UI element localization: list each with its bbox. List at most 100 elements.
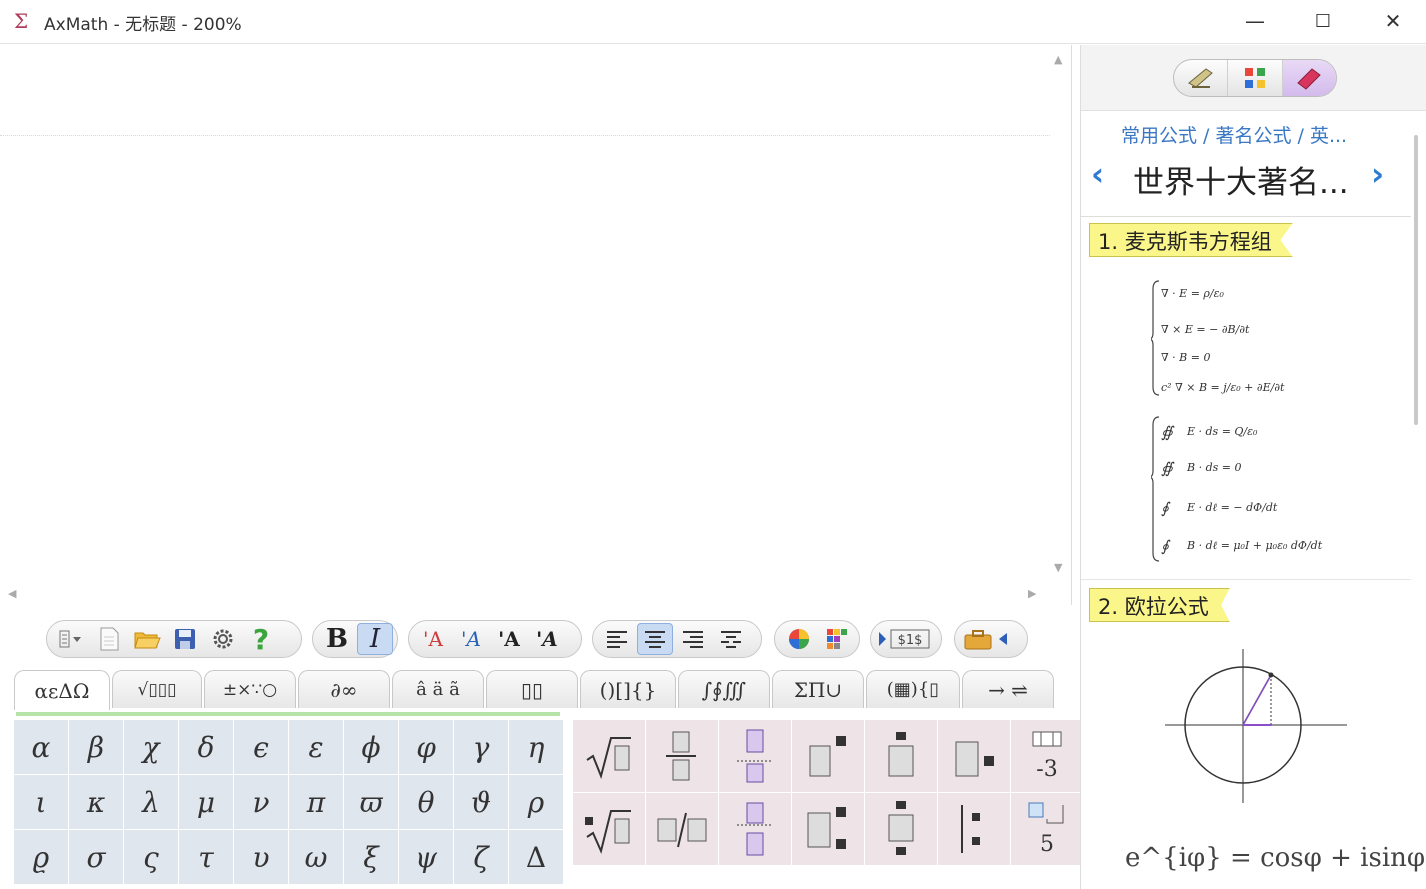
save-icon[interactable] <box>167 623 203 655</box>
greek-symbol-button[interactable]: χ <box>124 720 178 774</box>
greek-symbol-button[interactable]: ϱ <box>14 830 68 884</box>
nth-root-template[interactable] <box>573 793 645 865</box>
greek-symbol-button[interactable]: μ <box>179 775 233 829</box>
italic-button[interactable]: I <box>357 623 393 655</box>
greek-symbol-button[interactable]: ι <box>14 775 68 829</box>
new-document-icon[interactable] <box>91 623 127 655</box>
svg-text:B · ds = 0: B · ds = 0 <box>1186 461 1241 474</box>
tab-matrices[interactable]: (▦){▯ <box>866 670 960 708</box>
superscript-template[interactable] <box>792 720 864 792</box>
section-euler-label[interactable]: 2. 欧拉公式 <box>1089 588 1230 622</box>
greek-symbol-button[interactable]: ω <box>289 830 343 884</box>
style-normal-button[interactable]: 'A <box>415 623 451 655</box>
square-root-template[interactable] <box>573 720 645 792</box>
editor-canvas[interactable]: ▲ ▼ ◀ ▶ <box>0 45 1072 605</box>
tab-misc-symbols[interactable]: ∂∞ <box>298 670 390 708</box>
greek-symbol-button[interactable]: τ <box>179 830 233 884</box>
color-wheel-icon[interactable] <box>781 623 817 655</box>
breadcrumb[interactable]: 常用公式 / 著名公式 / 英... <box>1121 121 1347 148</box>
tab-integrals[interactable]: ∫∮∭ <box>678 670 770 708</box>
overscript-template[interactable] <box>865 720 937 792</box>
greek-symbol-button[interactable]: ψ <box>399 830 453 884</box>
tab-sums-products[interactable]: ΣΠ∪ <box>772 670 864 708</box>
svg-text:B · dℓ = μ₀I + μ₀ε₀ dΦ/dt: B · dℓ = μ₀I + μ₀ε₀ dΦ/dt <box>1186 539 1323 552</box>
greek-symbol-button[interactable]: ϕ <box>344 720 398 774</box>
section-maxwell-label[interactable]: 1. 麦克斯韦方程组 <box>1089 223 1293 257</box>
greek-symbol-button[interactable]: ϖ <box>344 775 398 829</box>
greek-symbol-button[interactable]: ζ <box>454 830 508 884</box>
greek-symbol-button[interactable]: ϵ <box>234 720 288 774</box>
scroll-up-icon[interactable]: ▲ <box>1054 53 1062 66</box>
tab-arrows[interactable]: → ⇌ <box>962 670 1054 708</box>
bold-button[interactable]: B <box>319 623 355 655</box>
help-icon[interactable]: ? <box>243 623 279 656</box>
formula-library-icon[interactable] <box>1282 60 1336 96</box>
close-button[interactable]: ✕ <box>1370 4 1416 38</box>
slash-fraction-template[interactable] <box>646 793 718 865</box>
greek-symbol-button[interactable]: λ <box>124 775 178 829</box>
greek-symbol-button[interactable]: α <box>14 720 68 774</box>
greek-symbol-button[interactable]: υ <box>234 830 288 884</box>
bracket-five-template[interactable]: 5 <box>1011 793 1083 865</box>
greek-symbol-button[interactable]: θ <box>399 775 453 829</box>
tab-brackets[interactable]: ()[]{} <box>580 670 676 708</box>
style-italic-button[interactable]: 'A <box>453 623 489 655</box>
color-grid-icon[interactable] <box>819 623 855 655</box>
greek-symbol-button[interactable]: ξ <box>344 830 398 884</box>
matrix-minus-template[interactable]: -3 <box>1011 720 1083 792</box>
greek-symbol-button[interactable]: η <box>509 720 563 774</box>
super-subscript-template[interactable] <box>792 793 864 865</box>
greek-symbol-button[interactable]: π <box>289 775 343 829</box>
unit-circle-diagram[interactable] <box>1161 645 1351 805</box>
eval-bar-template[interactable] <box>938 793 1010 865</box>
minimize-button[interactable]: — <box>1232 4 1278 38</box>
maxwell-equations-image[interactable]: ∇ · E = ρ/ε₀ ∇ × E = − ∂B/∂t ∇ · B = 0 c… <box>1151 275 1351 575</box>
list-dropdown-icon[interactable] <box>53 623 89 655</box>
maximize-button[interactable]: ☐ <box>1300 4 1346 38</box>
align-distribute-icon[interactable] <box>713 623 749 655</box>
recent-formulas-icon[interactable] <box>1174 60 1229 96</box>
subscript-template[interactable] <box>938 720 1010 792</box>
panel-scrollbar[interactable] <box>1414 135 1418 425</box>
scroll-left-icon[interactable]: ◀ <box>8 587 16 600</box>
symbol-grid-icon[interactable] <box>1228 60 1283 96</box>
horizontal-scrollbar[interactable]: ◀ ▶ <box>0 583 1048 605</box>
greek-symbol-button[interactable]: ν <box>234 775 288 829</box>
greek-symbol-button[interactable]: ρ <box>509 775 563 829</box>
tab-roots-fractions[interactable]: √▯▯▯ <box>112 670 202 708</box>
stacked-template[interactable] <box>719 720 791 792</box>
over-under-template[interactable] <box>865 793 937 865</box>
align-left-icon[interactable] <box>599 623 635 655</box>
style-bold-italic-button[interactable]: 'A <box>529 623 565 655</box>
toolbox-icon[interactable] <box>961 623 1013 655</box>
limit-stack-template[interactable] <box>719 793 791 865</box>
settings-gear-icon[interactable] <box>205 623 241 655</box>
scroll-right-icon[interactable]: ▶ <box>1028 587 1036 600</box>
greek-symbol-button[interactable]: ς <box>124 830 178 884</box>
style-bold-button[interactable]: 'A <box>491 623 527 655</box>
greek-symbol-button[interactable]: κ <box>69 775 123 829</box>
greek-symbol-button[interactable]: σ <box>69 830 123 884</box>
greek-symbol-button[interactable]: φ <box>399 720 453 774</box>
app-logo-icon: Σ <box>14 9 29 33</box>
greek-symbol-button[interactable]: γ <box>454 720 508 774</box>
vertical-scrollbar[interactable]: ▲ ▼ <box>1048 45 1070 585</box>
insert-dollar-icon[interactable]: $1$ <box>877 623 933 655</box>
fraction-template[interactable] <box>646 720 718 792</box>
euler-formula[interactable]: e^{iφ} = cosφ + isinφ <box>1125 843 1425 873</box>
greek-symbol-button[interactable]: ε <box>289 720 343 774</box>
open-folder-icon[interactable] <box>129 623 165 655</box>
align-center-icon[interactable] <box>637 623 673 655</box>
tab-over-under[interactable]: ▯▯ <box>486 670 578 708</box>
greek-symbol-button[interactable]: δ <box>179 720 233 774</box>
align-right-icon[interactable] <box>675 623 711 655</box>
tab-operators[interactable]: ±×∵○ <box>204 670 296 708</box>
next-category-button[interactable]: › <box>1371 155 1384 193</box>
tab-accents[interactable]: â ä ã <box>392 670 484 708</box>
greek-symbol-button[interactable]: ϑ <box>454 775 508 829</box>
prev-category-button[interactable]: ‹ <box>1091 155 1104 193</box>
greek-symbol-button[interactable]: Δ <box>509 830 563 884</box>
greek-symbol-button[interactable]: β <box>69 720 123 774</box>
scroll-down-icon[interactable]: ▼ <box>1054 561 1062 574</box>
tab-greek[interactable]: αεΔΩ <box>14 670 110 710</box>
